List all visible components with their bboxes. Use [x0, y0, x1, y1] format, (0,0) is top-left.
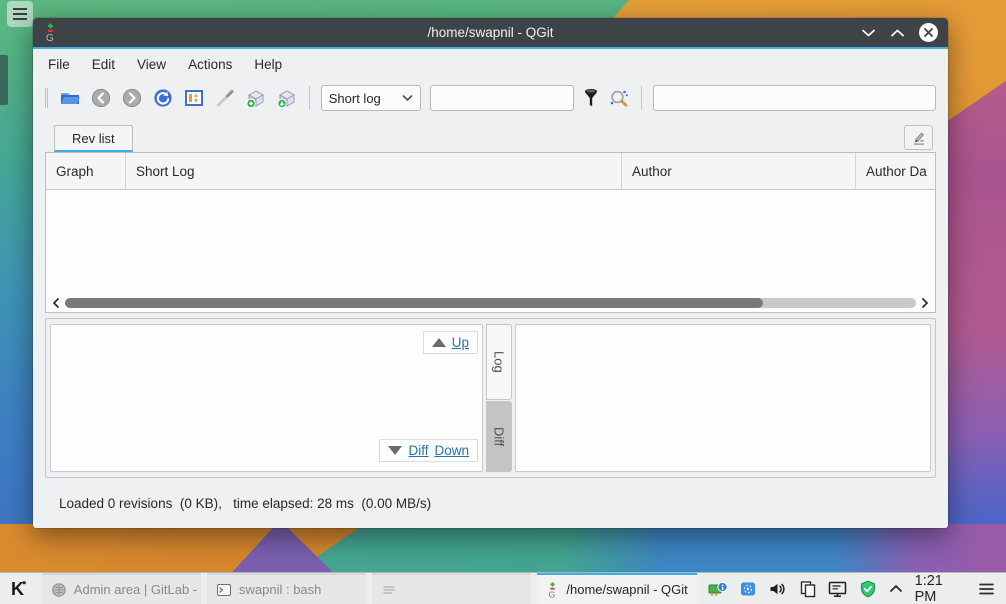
display-icon[interactable]: [828, 580, 848, 598]
network-card-icon[interactable]: [708, 580, 728, 598]
apply-patch-icon[interactable]: [245, 87, 267, 110]
menu-view[interactable]: View: [126, 49, 177, 80]
file-list-pane[interactable]: [515, 324, 931, 472]
toolbar-separator: [641, 86, 642, 110]
log-type-value: Short log: [329, 91, 381, 106]
taskbar-item-bash[interactable]: swapnil : bash: [207, 573, 366, 604]
kde-logo-icon: K: [7, 578, 29, 600]
task-label: swapnil : bash: [239, 582, 321, 597]
scroll-left-icon[interactable]: [51, 297, 61, 309]
software-updates-icon[interactable]: [739, 580, 757, 598]
screen-edge-artifact: [0, 55, 8, 105]
horizontal-scrollbar[interactable]: [46, 294, 935, 312]
menubar: File Edit View Actions Help: [33, 49, 948, 80]
highlight-search-icon[interactable]: [608, 87, 630, 110]
column-header-author[interactable]: Author: [622, 153, 856, 189]
globe-icon: [51, 582, 67, 598]
filter-funnel-icon[interactable]: [583, 87, 599, 110]
task-label: /home/swapnil - QGit: [566, 582, 687, 597]
taskbar-item-gitlab[interactable]: Admin area | GitLab -: [42, 573, 201, 604]
scroll-up-link-box: Up: [423, 331, 478, 354]
side-tab-diff[interactable]: Diff: [486, 401, 512, 472]
menu-actions[interactable]: Actions: [177, 49, 243, 80]
volume-icon[interactable]: [768, 580, 788, 598]
down-link[interactable]: Down: [434, 443, 469, 458]
chevron-down-icon: [402, 94, 413, 102]
menu-edit[interactable]: Edit: [81, 49, 126, 80]
svg-text:G: G: [549, 589, 556, 599]
toolbar-drag-handle[interactable]: [45, 88, 48, 108]
column-header-author-date[interactable]: Author Da: [856, 153, 935, 189]
annotate-icon: [910, 129, 928, 147]
column-header-short-log[interactable]: Short Log: [126, 153, 622, 189]
scrollbar-thumb[interactable]: [65, 298, 763, 308]
revision-filter-input[interactable]: [430, 85, 574, 111]
open-repository-icon[interactable]: [59, 87, 81, 110]
menu-file[interactable]: File: [37, 49, 81, 80]
side-tab-log[interactable]: Log: [486, 324, 512, 400]
log-pane[interactable]: Up Diff Down: [50, 324, 483, 472]
window-icon: [381, 582, 397, 598]
clock[interactable]: 1:21 PM: [915, 573, 967, 604]
search-input[interactable]: [653, 85, 936, 111]
hamburger-icon: [13, 13, 27, 15]
panel-menu-icon[interactable]: [978, 582, 995, 596]
qgit-window: G /home/swapnil - QGit File Edit View Ac…: [33, 18, 948, 528]
column-header-graph[interactable]: Graph: [46, 153, 126, 189]
up-link[interactable]: Up: [452, 335, 469, 350]
status-bar: Loaded 0 revisions (0 KB), time elapsed:…: [45, 478, 936, 528]
forward-icon[interactable]: [121, 87, 143, 110]
triangle-down-icon: [388, 446, 402, 455]
scroll-right-icon[interactable]: [920, 297, 930, 309]
rev-list-table: Graph Short Log Author Author Da: [45, 152, 936, 313]
tabbar: Rev list: [45, 124, 936, 152]
triangle-up-icon: [432, 338, 446, 347]
taskbar: K Admin area | GitLab - swapnil : bash: [0, 572, 1006, 604]
titlebar[interactable]: G /home/swapnil - QGit: [33, 18, 948, 49]
detail-panes: Up Diff Down Log Diff: [45, 318, 936, 478]
refresh-icon[interactable]: [152, 87, 174, 110]
expand-tray-icon[interactable]: [888, 582, 904, 596]
table-header: Graph Short Log Author Author Da: [46, 153, 935, 190]
wand-icon[interactable]: [214, 87, 236, 110]
terminal-icon: [216, 582, 232, 598]
task-label: Admin area | GitLab -: [74, 582, 197, 597]
diff-link[interactable]: Diff: [408, 443, 428, 458]
system-tray: 1:21 PM: [697, 573, 1006, 604]
close-icon[interactable]: [919, 23, 938, 42]
maximize-icon[interactable]: [890, 28, 905, 38]
kde-launcher-button[interactable]: K: [0, 573, 36, 604]
back-icon[interactable]: [90, 87, 112, 110]
menu-help[interactable]: Help: [243, 49, 293, 80]
log-type-combobox[interactable]: Short log: [321, 85, 421, 111]
annotate-toolbutton[interactable]: [904, 125, 933, 150]
table-body-empty[interactable]: [46, 190, 935, 294]
clipboard-icon[interactable]: [799, 580, 817, 598]
taskbar-item-untitled[interactable]: [372, 573, 531, 604]
main-content: Rev list Graph Short Log Author Author D…: [33, 116, 948, 528]
taskbar-item-qgit[interactable]: G /home/swapnil - QGit: [537, 573, 696, 604]
format-patch-icon[interactable]: [276, 87, 298, 110]
pane-side-tabs: Log Diff: [486, 324, 512, 472]
toolbar-separator: [309, 86, 310, 110]
tab-rev-list[interactable]: Rev list: [54, 125, 133, 152]
qgit-icon: G: [546, 581, 559, 599]
desktop: G /home/swapnil - QGit File Edit View Ac…: [0, 0, 1006, 604]
scroll-down-link-box: Diff Down: [379, 439, 478, 462]
view-tree-icon[interactable]: [183, 87, 205, 110]
desktop-toolbox-button[interactable]: [7, 1, 33, 27]
scrollbar-track[interactable]: [65, 298, 916, 308]
minimize-icon[interactable]: [861, 28, 876, 38]
window-title: /home/swapnil - QGit: [33, 25, 948, 40]
security-shield-icon[interactable]: [859, 580, 877, 598]
svg-text:K: K: [11, 579, 24, 599]
toolbar: Short log: [33, 80, 948, 116]
